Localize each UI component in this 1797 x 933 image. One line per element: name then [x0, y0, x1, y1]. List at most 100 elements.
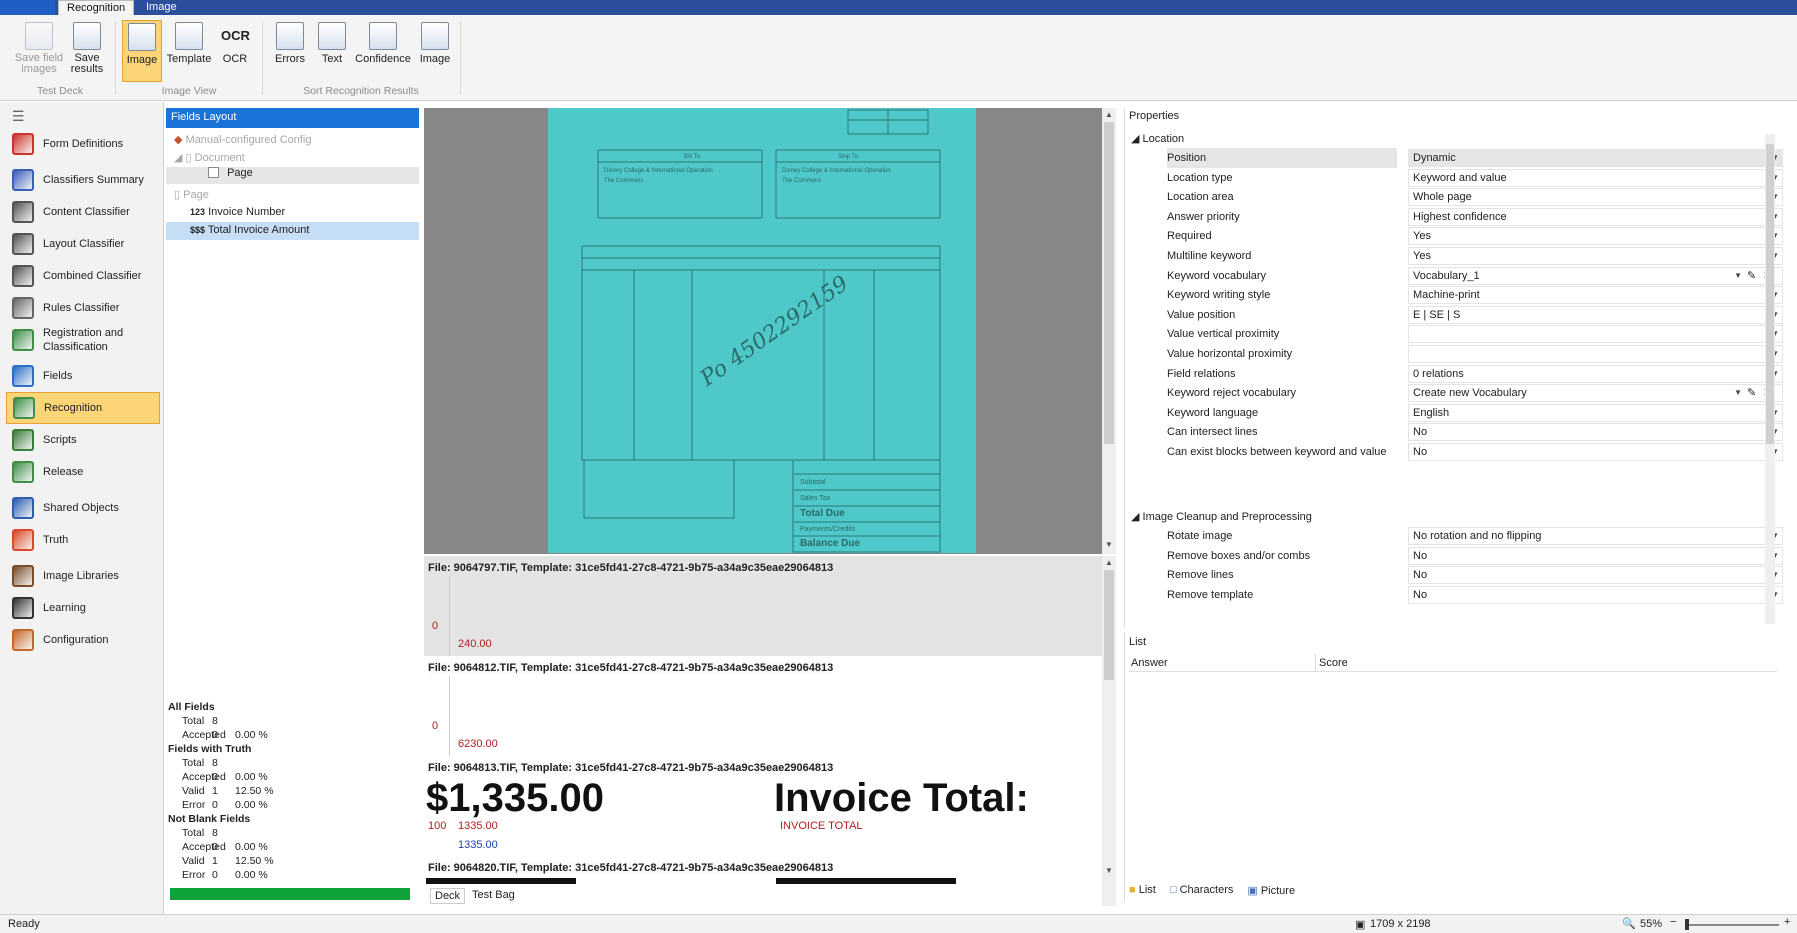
nav-item-rules-classifier[interactable]: Rules Classifier [6, 292, 160, 324]
tab-deck[interactable]: Deck [430, 888, 466, 904]
scroll-up-icon[interactable]: ▲ [1105, 110, 1113, 119]
property-value-dropdown[interactable]: English ▼ [1408, 403, 1783, 422]
sort-image-button[interactable]: Image [416, 20, 454, 82]
result-header[interactable]: File: 9064813.TIF, Template: 31ce5fd41-2… [428, 762, 834, 774]
zoom-slider[interactable] [1685, 919, 1779, 930]
property-value-dropdown[interactable]: 0 relations ▼ [1408, 364, 1783, 383]
property-value-dropdown[interactable]: No rotation and no flipping ▼ [1408, 527, 1783, 545]
property-value-dropdown[interactable]: Machine-print ▼ [1408, 286, 1783, 305]
sort-confidence-button[interactable]: Confidence [352, 20, 414, 82]
tree-field-invoice-number[interactable]: 123 Invoice Number [190, 206, 285, 218]
tree-field-total-invoice[interactable]: $$$ Total Invoice Amount [166, 222, 419, 240]
divider [449, 576, 450, 656]
tab-picture[interactable]: ▣ Picture [1247, 884, 1295, 900]
property-value-dropdown[interactable]: Whole page ▼ [1408, 188, 1783, 207]
property-value-dropdown[interactable]: ▼ [1408, 325, 1783, 344]
nav-item-form-definitions[interactable]: Form Definitions [6, 128, 160, 160]
save-results-button[interactable]: Save results [66, 20, 108, 82]
hamburger-icon[interactable]: ☰ [12, 108, 25, 125]
property-value-dropdown[interactable]: Yes ▼ [1408, 227, 1783, 246]
nav-item-scripts[interactable]: Scripts [6, 424, 160, 456]
property-value-dropdown[interactable]: Dynamic ▼ [1408, 149, 1783, 167]
template-view-button[interactable]: Template [165, 20, 213, 82]
property-label: Multiline keyword [1167, 250, 1252, 262]
nav-item-recognition[interactable]: Recognition [6, 392, 160, 424]
nav-item-layout-classifier[interactable]: Layout Classifier [6, 228, 160, 260]
scroll-thumb[interactable] [1104, 122, 1114, 444]
zoom-slider-thumb[interactable] [1685, 919, 1689, 930]
field-label: Total Invoice Amount [207, 224, 310, 236]
property-value-dropdown[interactable]: ▼ [1408, 345, 1783, 363]
column-answer[interactable]: Answer [1131, 657, 1168, 669]
tab-characters[interactable]: □ Characters [1170, 884, 1234, 900]
property-value-dropdown[interactable]: No ▼ [1408, 443, 1783, 461]
property-value-text: No [1413, 446, 1428, 458]
section-location[interactable]: ◢ Location [1131, 130, 1184, 148]
button-label: Image [419, 53, 451, 65]
property-value-dropdown[interactable]: Vocabulary_1▼✎✕ [1408, 266, 1783, 285]
property-value-dropdown[interactable]: Highest confidence ▼ [1408, 207, 1783, 226]
tree-config[interactable]: ◆ Manual-configured Config [174, 133, 312, 146]
sort-errors-button[interactable]: Errors [268, 20, 312, 82]
property-row: Remove template No ▼ [1143, 585, 1783, 605]
tab-list[interactable]: ■ List [1129, 884, 1156, 900]
nav-item-image-libraries[interactable]: Image Libraries [6, 560, 160, 592]
ocr-view-button[interactable]: OCR OCR [216, 20, 254, 82]
tree-page[interactable]: ▯ Page [174, 188, 209, 201]
scroll-thumb[interactable] [1104, 570, 1114, 680]
scroll-down-icon[interactable]: ▼ [1105, 540, 1113, 549]
nav-item-learning[interactable]: Learning [6, 592, 160, 624]
tree-document[interactable]: ◢ ▯ Document [174, 151, 245, 164]
nav-item-configuration[interactable]: Configuration [6, 624, 160, 656]
divider [115, 21, 116, 95]
scroll-thumb[interactable] [1766, 144, 1774, 444]
nav-item-registration[interactable]: Registration and Classification [6, 324, 160, 356]
image-vertical-scrollbar[interactable]: ▲ ▼ [1102, 108, 1116, 554]
property-label: Can exist blocks between keyword and val… [1167, 446, 1387, 458]
property-value-dropdown[interactable]: No ▼ [1408, 423, 1783, 442]
property-value-dropdown[interactable]: No ▼ [1408, 566, 1783, 585]
section-cleanup-label: Image Cleanup and Preprocessing [1142, 511, 1312, 523]
scroll-up-icon[interactable]: ▲ [1105, 558, 1113, 567]
nav-item-truth[interactable]: Truth [6, 524, 160, 556]
result-header[interactable]: File: 9064820.TIF, Template: 31ce5fd41-2… [428, 862, 834, 874]
result-header[interactable]: File: 9064812.TIF, Template: 31ce5fd41-2… [428, 662, 834, 674]
property-value-dropdown[interactable]: No ▼ [1408, 546, 1783, 565]
title-bar: Recognition Image [0, 0, 1797, 16]
properties-scrollbar[interactable] [1765, 134, 1775, 624]
edit-icon[interactable]: ✎ [1747, 268, 1756, 284]
nav-item-content-classifier[interactable]: Content Classifier [6, 196, 160, 228]
property-value-dropdown[interactable]: Yes ▼ [1408, 247, 1783, 265]
property-value-dropdown[interactable]: No ▼ [1408, 585, 1783, 604]
app-menu-button[interactable] [0, 0, 55, 15]
section-image-cleanup[interactable]: ◢ Image Cleanup and Preprocessing [1131, 508, 1312, 526]
nav-item-classifiers-summary[interactable]: Classifiers Summary [6, 164, 160, 196]
document-icon: ▯ [185, 152, 192, 164]
fields-layout-panel: Fields Layout ◆ Manual-configured Config… [166, 108, 419, 908]
tab-image[interactable]: Image [138, 0, 185, 16]
save-field-images-button[interactable]: Save field images [12, 20, 66, 82]
zoom-in-button[interactable]: + [1784, 916, 1790, 928]
image-view-button[interactable]: Image [122, 20, 162, 82]
divider [449, 676, 450, 756]
sort-text-button[interactable]: Text [314, 20, 350, 82]
results-vertical-scrollbar[interactable]: ▲ ▼ [1102, 556, 1116, 906]
property-value-dropdown[interactable]: Create new Vocabulary▼✎✕ [1408, 384, 1783, 403]
stats-count: 0 [212, 771, 218, 783]
edit-icon[interactable]: ✎ [1747, 385, 1756, 401]
zoom-out-button[interactable]: − [1670, 916, 1676, 928]
nav-item-fields[interactable]: Fields [6, 360, 160, 392]
tree-page-selected[interactable]: Page [166, 167, 419, 184]
tab-test-bag[interactable]: Test Bag [468, 888, 519, 902]
chevron-down-icon[interactable]: ▼ [1734, 268, 1742, 284]
column-score[interactable]: Score [1319, 657, 1348, 669]
property-value-dropdown[interactable]: Keyword and value ▼ [1408, 168, 1783, 187]
nav-item-combined-classifier[interactable]: Combined Classifier [6, 260, 160, 292]
nav-item-label: Shared Objects [43, 502, 119, 514]
nav-item-shared-objects[interactable]: Shared Objects [6, 492, 160, 524]
chevron-down-icon[interactable]: ▼ [1734, 385, 1742, 401]
scroll-down-icon[interactable]: ▼ [1105, 866, 1113, 875]
property-value-dropdown[interactable]: E | SE | S ▼ [1408, 305, 1783, 324]
tab-recognition[interactable]: Recognition [58, 0, 135, 16]
nav-item-release[interactable]: Release [6, 456, 160, 488]
